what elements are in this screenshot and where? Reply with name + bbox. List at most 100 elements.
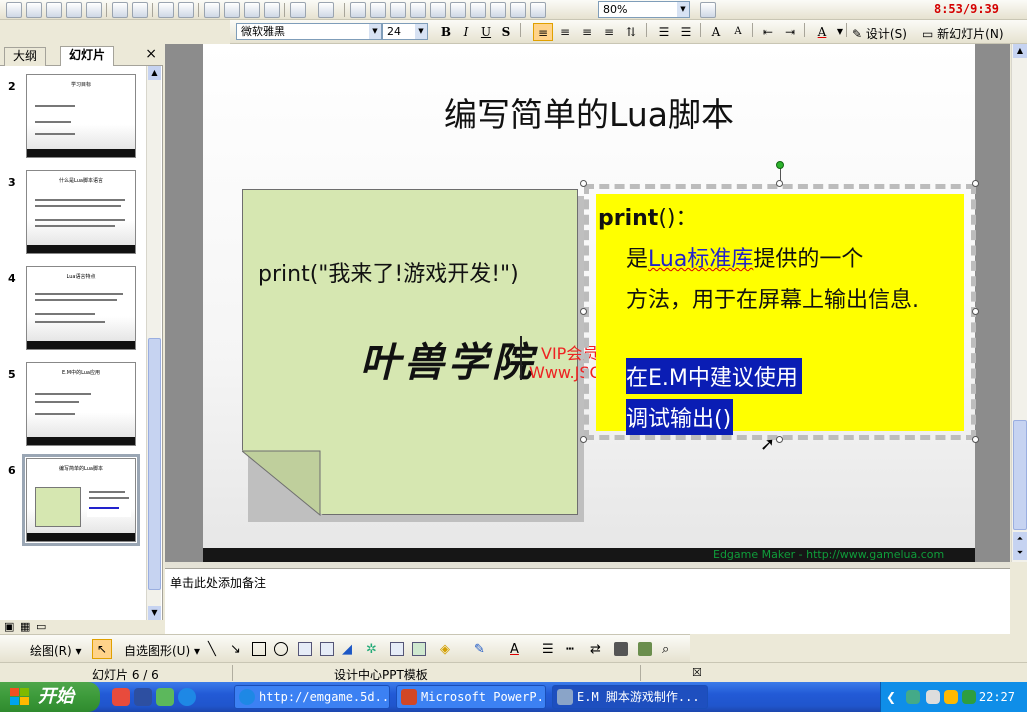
arrow-style-icon[interactable]: ⇄: [590, 642, 604, 657]
resize-handle[interactable]: [776, 180, 783, 187]
insert-chart-icon[interactable]: [430, 2, 446, 18]
previous-slide-icon[interactable]: ⏶: [1013, 532, 1027, 546]
slide-title[interactable]: 编写简单的Lua脚本: [203, 88, 975, 136]
vertical-textbox-icon[interactable]: [320, 642, 334, 656]
next-slide-icon[interactable]: ⏷: [1013, 546, 1027, 560]
scroll-thumb[interactable]: [148, 338, 161, 590]
decrease-indent-button[interactable]: ⇤: [758, 23, 778, 41]
increase-indent-button[interactable]: ⇥: [780, 23, 800, 41]
resize-handle[interactable]: [580, 436, 587, 443]
close-icon[interactable]: ×: [145, 46, 157, 62]
select-pointer-icon[interactable]: ↖: [92, 639, 112, 659]
notes-placeholder[interactable]: 单击此处添加备注: [170, 574, 266, 591]
resize-handle[interactable]: [972, 180, 979, 187]
tray-expand-icon[interactable]: ❮: [886, 690, 896, 704]
normal-view-icon[interactable]: ▣: [4, 620, 14, 633]
slideshow-view-icon[interactable]: ▭: [36, 620, 46, 633]
textbox-line-5-selected[interactable]: 调试输出(): [626, 399, 734, 435]
text-direction-button[interactable]: ⇅: [621, 23, 641, 41]
chart-icon[interactable]: [350, 2, 366, 18]
textbox-icon[interactable]: [298, 642, 312, 656]
3d-style-icon[interactable]: [638, 642, 652, 656]
zoom-dropdown[interactable]: 80% ▼: [598, 1, 690, 18]
resize-handle[interactable]: [972, 436, 979, 443]
table-icon[interactable]: [370, 2, 386, 18]
picture-icon[interactable]: [412, 642, 426, 656]
quicklaunch-media-icon[interactable]: [156, 688, 174, 706]
bullets-button[interactable]: ☰: [676, 23, 696, 41]
slide-thumbnail[interactable]: 学习目标: [26, 74, 136, 158]
taskbar-item-powerpoint[interactable]: Microsoft PowerP...: [396, 685, 546, 709]
underline-button[interactable]: U: [476, 23, 496, 41]
tray-volume-icon[interactable]: [944, 690, 958, 704]
line-style-icon[interactable]: ☰: [542, 642, 556, 657]
align-center-button[interactable]: ≡: [555, 23, 575, 41]
slide-thumbnail[interactable]: 什么是Lua脚本语言: [26, 170, 136, 254]
textbox-line-4-selected[interactable]: 在E.M中建议使用: [626, 358, 802, 394]
save-icon[interactable]: [46, 2, 62, 18]
quicklaunch-browser-icon[interactable]: [178, 688, 196, 706]
fill-color-icon[interactable]: ◈: [440, 642, 454, 657]
hyperlink-icon[interactable]: [450, 2, 466, 18]
wordart-icon[interactable]: ◢: [342, 642, 356, 657]
arrow-icon[interactable]: ↘: [230, 642, 244, 657]
chevron-down-icon[interactable]: ▼: [677, 2, 689, 17]
clipart-icon[interactable]: [390, 642, 404, 656]
help-icon[interactable]: [700, 2, 716, 18]
tray-network-icon[interactable]: [906, 690, 920, 704]
draw-menu-button[interactable]: 绘图(R) ▾: [30, 642, 82, 659]
numbering-button[interactable]: ☰: [654, 23, 674, 41]
resize-handle[interactable]: [972, 308, 979, 315]
more-options-icon[interactable]: ⌕: [662, 642, 676, 657]
font-color-button[interactable]: A: [812, 23, 832, 41]
rotate-handle-icon[interactable]: [776, 161, 784, 169]
autoshapes-button[interactable]: 自选图形(U) ▾: [124, 642, 200, 659]
bold-button[interactable]: B: [436, 23, 456, 41]
resize-handle[interactable]: [776, 436, 783, 443]
line-icon[interactable]: ╲: [208, 642, 222, 657]
panel-scrollbar[interactable]: ▲ ▼: [146, 66, 161, 620]
open-icon[interactable]: [26, 2, 42, 18]
resize-handle[interactable]: [580, 180, 587, 187]
chevron-down-icon[interactable]: ▼: [830, 23, 850, 41]
resize-handle[interactable]: [580, 308, 587, 315]
tray-security-icon[interactable]: [962, 690, 976, 704]
line-color-icon[interactable]: ✎: [474, 642, 488, 657]
scroll-up-icon[interactable]: ▲: [148, 66, 161, 80]
new-icon[interactable]: [6, 2, 22, 18]
insert-table-icon[interactable]: [410, 2, 426, 18]
scroll-thumb[interactable]: [1013, 420, 1027, 530]
format-painter-icon[interactable]: [264, 2, 280, 18]
slide-thumbnail-active[interactable]: 编写简单的Lua脚本: [22, 454, 140, 546]
new-slide-button[interactable]: ▭ 新幻灯片(N): [922, 25, 1004, 42]
notes-pane[interactable]: [165, 568, 1010, 634]
sorter-view-icon[interactable]: ▦: [20, 620, 30, 633]
expand-all-icon[interactable]: [470, 2, 486, 18]
shadow-button[interactable]: S: [496, 23, 516, 41]
quicklaunch-desktop-icon[interactable]: [134, 688, 152, 706]
slide-thumbnail[interactable]: E.M中的Lua应用: [26, 362, 136, 446]
cut-icon[interactable]: [204, 2, 220, 18]
grid-icon[interactable]: [510, 2, 526, 18]
slide-thumbnail[interactable]: Lua语言特点: [26, 266, 136, 350]
color-grayscale-icon[interactable]: [530, 2, 546, 18]
taskbar-item-browser[interactable]: http://emgame.5d...: [234, 685, 390, 709]
show-formatting-icon[interactable]: [490, 2, 506, 18]
shadow-style-icon[interactable]: [614, 642, 628, 656]
italic-button[interactable]: I: [456, 23, 476, 41]
slide-scrollbar[interactable]: ▲ ⏶ ⏷: [1011, 44, 1027, 562]
tables-borders-icon[interactable]: [390, 2, 406, 18]
scroll-up-icon[interactable]: ▲: [1013, 44, 1027, 58]
tray-ime-icon[interactable]: [926, 690, 940, 704]
taskbar-item-document[interactable]: E.M 脚本游戏制作...: [552, 685, 708, 709]
diagram-icon[interactable]: ✲: [366, 642, 380, 657]
redo-icon[interactable]: [318, 2, 334, 18]
permission-icon[interactable]: [66, 2, 82, 18]
chevron-down-icon[interactable]: ▼: [369, 24, 381, 39]
spellcheck-status-icon[interactable]: ☒: [692, 666, 702, 679]
paste-icon[interactable]: [244, 2, 260, 18]
undo-icon[interactable]: [290, 2, 306, 18]
align-left-button[interactable]: ≡: [533, 23, 553, 41]
email-icon[interactable]: [86, 2, 102, 18]
tab-outline[interactable]: 大纲: [4, 47, 47, 66]
